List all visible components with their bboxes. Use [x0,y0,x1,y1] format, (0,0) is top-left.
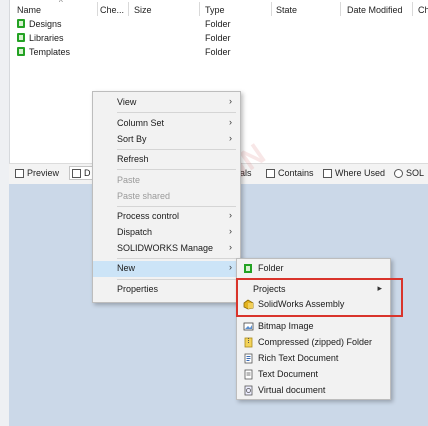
preview-icon [15,169,24,178]
column-header-size[interactable]: Size [134,5,152,15]
column-divider[interactable] [412,2,413,16]
tab-solidworks[interactable]: SOL [394,168,424,178]
vault-folder-icon [17,47,25,56]
column-divider[interactable] [199,2,200,16]
column-divider[interactable] [97,2,98,16]
menu-item-new[interactable]: New › [93,261,240,277]
menu-item-new-text-document[interactable]: Text Document [237,367,390,382]
row-name: Libraries [29,33,64,43]
vault-folder-icon [17,19,25,28]
menu-item-new-zip-folder[interactable]: Compressed (zipped) Folder [237,335,390,350]
submenu-arrow-icon: › [229,133,232,143]
where-used-icon [323,169,332,178]
column-divider[interactable] [340,2,341,16]
menu-item-new-bitmap[interactable]: Bitmap Image [237,319,390,334]
menu-separator [117,169,236,170]
menu-item-sort-by[interactable]: Sort By › [93,132,240,147]
menu-separator [117,279,236,280]
menu-item-solidworks-manage[interactable]: SOLIDWORKS Manage › [93,241,240,256]
submenu-arrow-icon: › [229,226,232,236]
rtf-icon [243,353,254,364]
submenu-arrow-icon: › [229,210,232,220]
menu-separator [117,112,236,113]
submenu-arrow-icon: › [229,117,232,127]
bitmap-icon [243,321,254,332]
zip-folder-icon [243,337,254,348]
row-name: Templates [29,47,71,57]
row-type: Folder [205,47,231,57]
table-row[interactable]: Designs Folder [9,18,428,32]
menu-item-new-virtual-document[interactable]: Virtual document [237,383,390,398]
tab-where-used[interactable]: Where Used [323,168,385,178]
solidworks-icon [394,169,403,178]
column-header-type[interactable]: Type [205,5,225,15]
column-divider[interactable] [128,2,129,16]
column-header-checked-out-by[interactable]: Ch [418,5,428,15]
row-type: Folder [205,33,231,43]
menu-item-properties[interactable]: Properties [93,282,240,297]
submenu-arrow-icon: › [229,242,232,252]
folder-icon [243,263,254,274]
sort-ascending-icon: ^ [59,0,63,7]
menu-item-dispatch[interactable]: Dispatch › [93,225,240,240]
submenu-arrow-icon: › [229,96,232,106]
menu-item-paste: Paste [117,175,141,185]
vault-folder-icon [17,33,25,42]
menu-separator [117,149,236,150]
virtual-doc-icon [243,385,254,396]
context-menu: View › Column Set › Sort By › Refresh Paste… [92,91,241,303]
submenu-arrow-icon: › [229,262,232,272]
table-row[interactable]: Templates Folder [9,46,428,60]
menu-item-new-rich-text[interactable]: Rich Text Document [237,351,390,366]
row-name: Designs [29,19,62,29]
menu-item-paste-shared: Paste shared [117,191,171,201]
menu-item-new-folder[interactable]: Folder [237,261,390,276]
menu-item-refresh[interactable]: Refresh [93,152,240,167]
column-divider[interactable] [271,2,272,16]
menu-separator [117,206,236,207]
menu-item-column-set[interactable]: Column Set › [93,116,240,131]
menu-separator [117,258,236,259]
tab-preview[interactable]: Preview [15,168,59,178]
menu-item-view[interactable]: View › [93,95,240,110]
data-card-icon [72,169,81,178]
row-type: Folder [205,19,231,29]
column-header-checked-out[interactable]: Che... [100,5,124,15]
tab-data-card[interactable]: D [69,166,94,180]
table-row[interactable]: Libraries Folder [9,32,428,46]
text-doc-icon [243,369,254,380]
column-header-name[interactable]: Name [17,5,41,15]
contains-icon [266,169,275,178]
tab-contains[interactable]: Contains [266,168,314,178]
column-header-state[interactable]: State [276,5,297,15]
annotation-highlight-box [236,278,403,317]
column-header-date-modified[interactable]: Date Modified [347,5,403,15]
file-list-header: Name ^ Che... Size Type State Date Modif… [9,0,428,18]
menu-item-process-control[interactable]: Process control › [93,209,240,224]
